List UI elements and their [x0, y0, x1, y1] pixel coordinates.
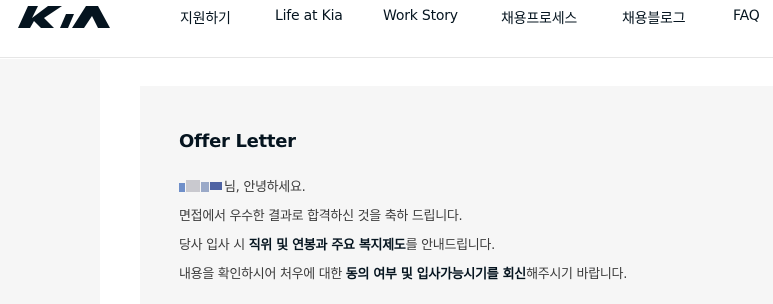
nav-life-at-kia[interactable]: Life at Kia: [275, 8, 343, 24]
guide-emphasis: 직위 및 연봉과 주요 복지제도: [248, 238, 406, 253]
nav-work-story[interactable]: Work Story: [383, 8, 458, 24]
redacted-name: [179, 180, 223, 192]
reply-emphasis: 동의 여부 및 입사가능시기를 회신: [345, 267, 527, 282]
main-nav: 지원하기 Life at Kia Work Story 채용프로세스 채용블로그…: [0, 8, 773, 28]
offer-letter-title: Offer Letter: [179, 131, 296, 152]
nav-recruit-blog[interactable]: 채용블로그: [622, 8, 686, 28]
reply-text-2: 해주시기 바랍니다.: [526, 267, 628, 282]
congrats-line: 면접에서 우수한 결과로 합격하신 것을 축하 드립니다.: [179, 209, 463, 224]
guide-line: 당사 입사 시 직위 및 연봉과 주요 복지제도를 안내드립니다.: [179, 234, 495, 253]
guide-text-2: 를 안내드립니다.: [405, 238, 496, 253]
reply-text-1: 내용을 확인하시어 처우에 대한: [179, 267, 346, 282]
reply-line: 내용을 확인하시어 처우에 대한 동의 여부 및 입사가능시기를 회신해주시기 …: [179, 263, 627, 282]
greeting-line: 님, 안녕하세요.: [179, 176, 306, 195]
greeting-text: 님, 안녕하세요.: [224, 180, 306, 195]
nav-apply[interactable]: 지원하기: [180, 8, 231, 28]
guide-text-1: 당사 입사 시: [179, 238, 249, 253]
left-panel: [0, 59, 100, 304]
site-header: 지원하기 Life at Kia Work Story 채용프로세스 채용블로그…: [0, 0, 773, 58]
nav-faq[interactable]: FAQ: [733, 8, 760, 24]
nav-recruit-process[interactable]: 채용프로세스: [501, 8, 577, 28]
